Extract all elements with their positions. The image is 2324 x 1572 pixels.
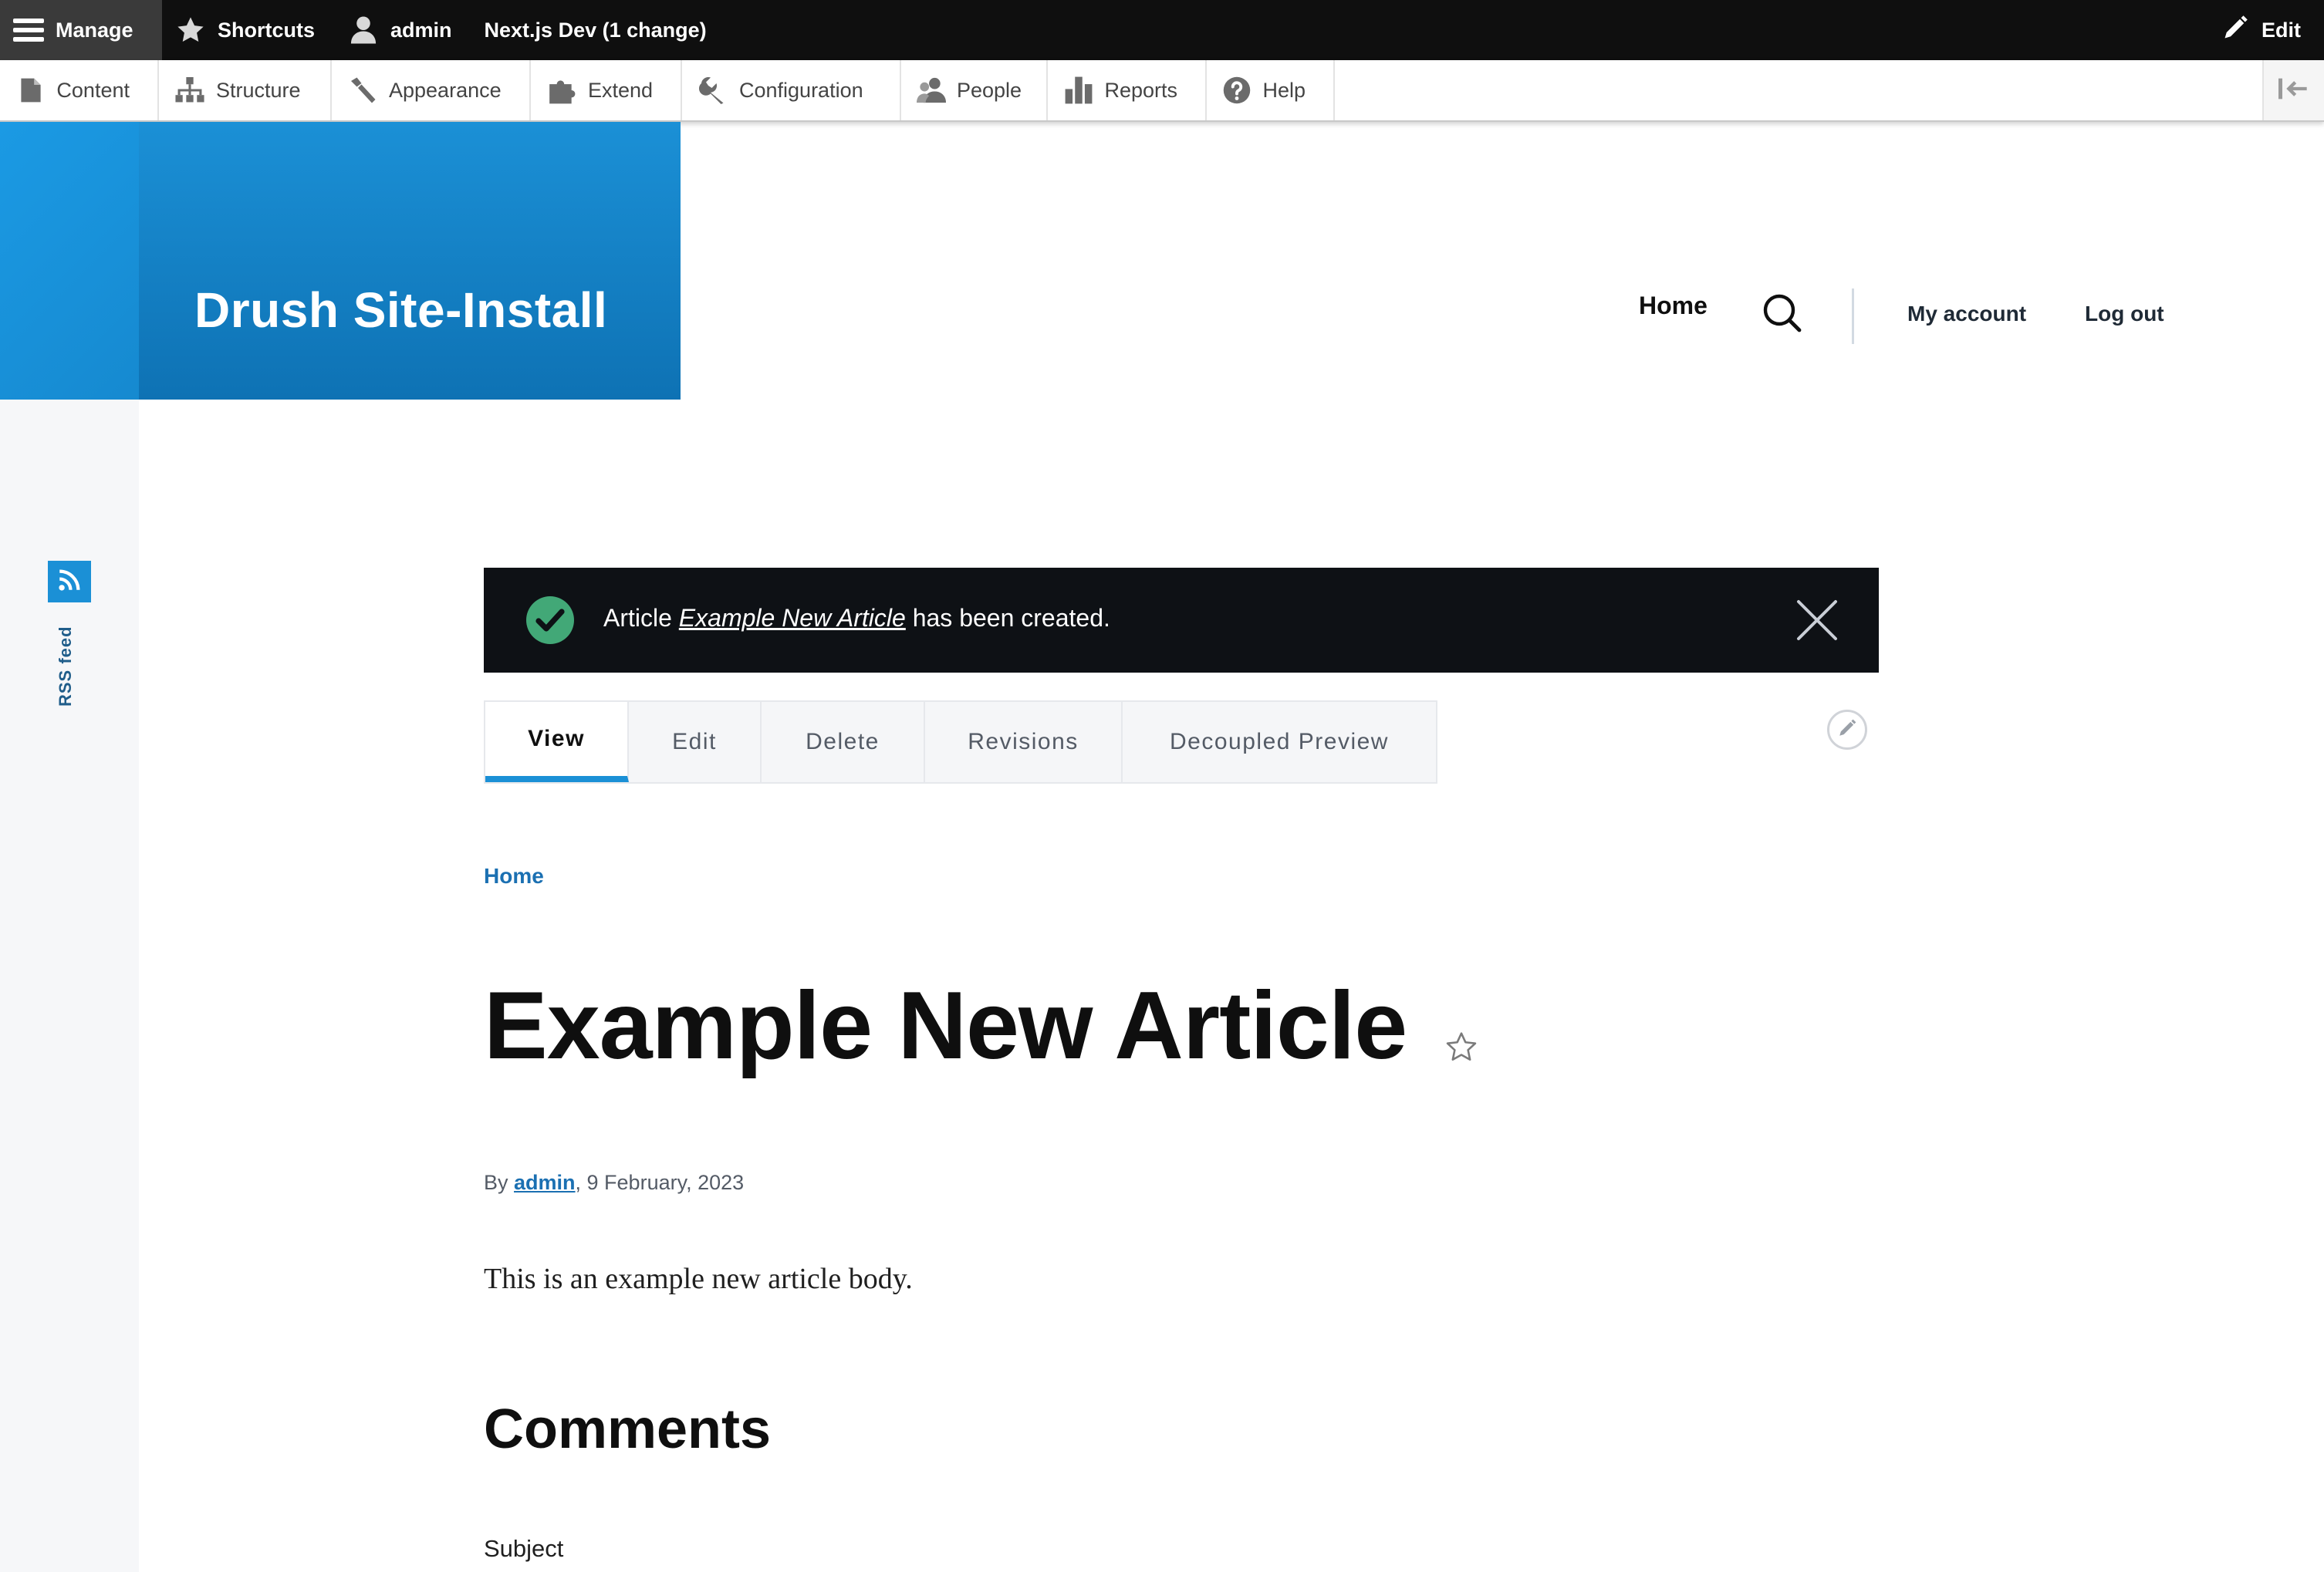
page-title: Example New Article xyxy=(484,973,1407,1079)
tray-item-label: Appearance xyxy=(389,78,502,102)
tray-item-label: Help xyxy=(1262,78,1306,102)
help-icon xyxy=(1222,75,1252,106)
puzzle-icon xyxy=(546,75,577,106)
contextual-edit-button[interactable] xyxy=(1827,710,1867,750)
tray-item-label: Extend xyxy=(587,78,653,102)
tray-item-appearance[interactable]: Appearance xyxy=(332,60,531,120)
meta-by: By xyxy=(484,1171,515,1194)
tray-item-label: People xyxy=(957,78,1022,102)
tab-edit[interactable]: Edit xyxy=(629,702,762,782)
manage-button[interactable]: Manage xyxy=(0,0,162,60)
pencil-icon xyxy=(2221,14,2249,47)
tray-collapse-button[interactable] xyxy=(2262,60,2324,120)
search-button[interactable] xyxy=(1762,293,1802,333)
user-button[interactable]: admin xyxy=(335,0,472,60)
rss-feed-label[interactable]: RSS feed xyxy=(56,626,76,707)
tray-item-structure[interactable]: Structure xyxy=(159,60,332,120)
success-check-icon xyxy=(525,595,575,645)
branding-panel xyxy=(139,122,681,400)
people-icon xyxy=(917,75,946,106)
status-prefix: Article xyxy=(603,604,679,632)
nav-divider xyxy=(1852,288,1854,344)
manage-label: Manage xyxy=(56,18,133,42)
tray-item-content[interactable]: Content xyxy=(0,60,159,120)
star-icon xyxy=(174,14,207,46)
user-icon xyxy=(347,14,380,46)
tab-delete[interactable]: Delete xyxy=(762,702,925,782)
pencil-icon xyxy=(1837,718,1857,742)
paintbrush-icon xyxy=(347,75,378,106)
tray-item-label: Reports xyxy=(1104,78,1177,102)
status-article-link[interactable]: Example New Article xyxy=(679,604,906,632)
nav-link-home[interactable]: Home xyxy=(1639,292,1708,320)
tray-item-extend[interactable]: Extend xyxy=(531,60,682,120)
workspace-label: Next.js Dev (1 change) xyxy=(484,18,707,42)
tray-item-configuration[interactable]: Configuration xyxy=(682,60,901,120)
subject-label: Subject xyxy=(484,1535,564,1562)
hamburger-icon xyxy=(12,14,45,46)
wrench-icon xyxy=(698,75,728,106)
tray-item-label: Content xyxy=(56,78,130,102)
main-navigation: Home xyxy=(1639,292,1708,320)
nav-link-log-out[interactable]: Log out xyxy=(2085,302,2164,326)
nav-link-my-account[interactable]: My account xyxy=(1907,302,2026,326)
author-link[interactable]: admin xyxy=(514,1171,576,1194)
comments-heading: Comments xyxy=(484,1398,772,1460)
star-icon[interactable] xyxy=(1444,1031,1478,1064)
workspace-button[interactable]: Next.js Dev (1 change) xyxy=(472,0,727,60)
admin-toolbar: Manage Shortcuts admin Next.js Dev (1 ch… xyxy=(0,0,2324,60)
tab-view[interactable]: View xyxy=(485,702,629,782)
sitemap-icon xyxy=(174,75,205,106)
shortcuts-button[interactable]: Shortcuts xyxy=(162,0,335,60)
edit-mode-label: Edit xyxy=(2262,18,2301,42)
site-branding xyxy=(0,122,681,400)
tray-item-label: Structure xyxy=(216,78,301,102)
status-message: Article Example New Article has been cre… xyxy=(484,568,1879,673)
tray-item-people[interactable]: People xyxy=(901,60,1048,120)
tray-item-label: Configuration xyxy=(739,78,863,102)
close-icon[interactable] xyxy=(1795,599,1839,642)
tray-item-reports[interactable]: Reports xyxy=(1048,60,1207,120)
edit-mode-button[interactable]: Edit xyxy=(2221,0,2301,60)
rss-feed-button[interactable] xyxy=(48,561,91,602)
tab-revisions[interactable]: Revisions xyxy=(925,702,1123,782)
breadcrumb-home[interactable]: Home xyxy=(484,864,544,889)
status-text: Article Example New Article has been cre… xyxy=(603,604,1110,633)
user-label: admin xyxy=(390,18,452,42)
admin-tray: Content Structure Appearance Extend Conf… xyxy=(0,60,2324,122)
bar-chart-icon xyxy=(1063,75,1093,106)
rss-icon xyxy=(56,567,83,597)
meta-date: , 9 February, 2023 xyxy=(575,1171,745,1194)
status-suffix: has been created. xyxy=(905,604,1110,632)
shortcuts-label: Shortcuts xyxy=(218,18,316,42)
page-icon xyxy=(15,75,46,106)
article-body: This is an example new article body. xyxy=(484,1263,913,1295)
local-tasks-tabs: View Edit Delete Revisions Decoupled Pre… xyxy=(484,700,1437,784)
site-name-link[interactable]: Drush Site-Install xyxy=(194,282,607,339)
search-icon xyxy=(1762,294,1802,336)
tray-item-help[interactable]: Help xyxy=(1207,60,1335,120)
collapse-left-icon xyxy=(2278,77,2309,104)
article-meta: By admin, 9 February, 2023 xyxy=(484,1171,744,1195)
tab-decoupled-preview[interactable]: Decoupled Preview xyxy=(1123,702,1436,782)
